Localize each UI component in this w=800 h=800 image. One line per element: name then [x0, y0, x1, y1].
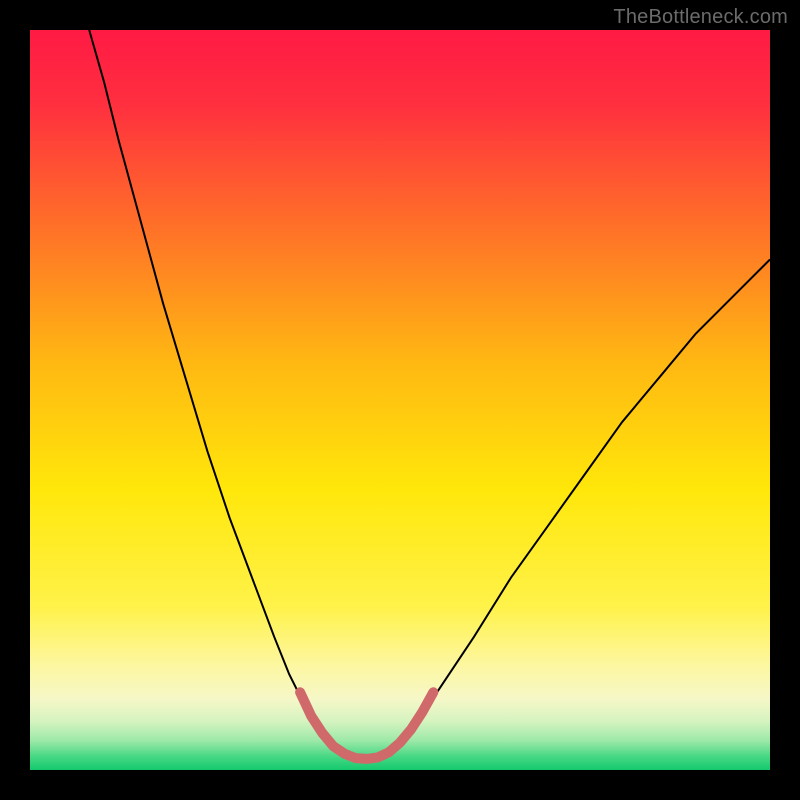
- chart-background: [30, 30, 770, 770]
- watermark-text: TheBottleneck.com: [613, 6, 788, 29]
- bottleneck-chart: [30, 30, 770, 770]
- chart-frame: TheBottleneck.com: [0, 0, 800, 800]
